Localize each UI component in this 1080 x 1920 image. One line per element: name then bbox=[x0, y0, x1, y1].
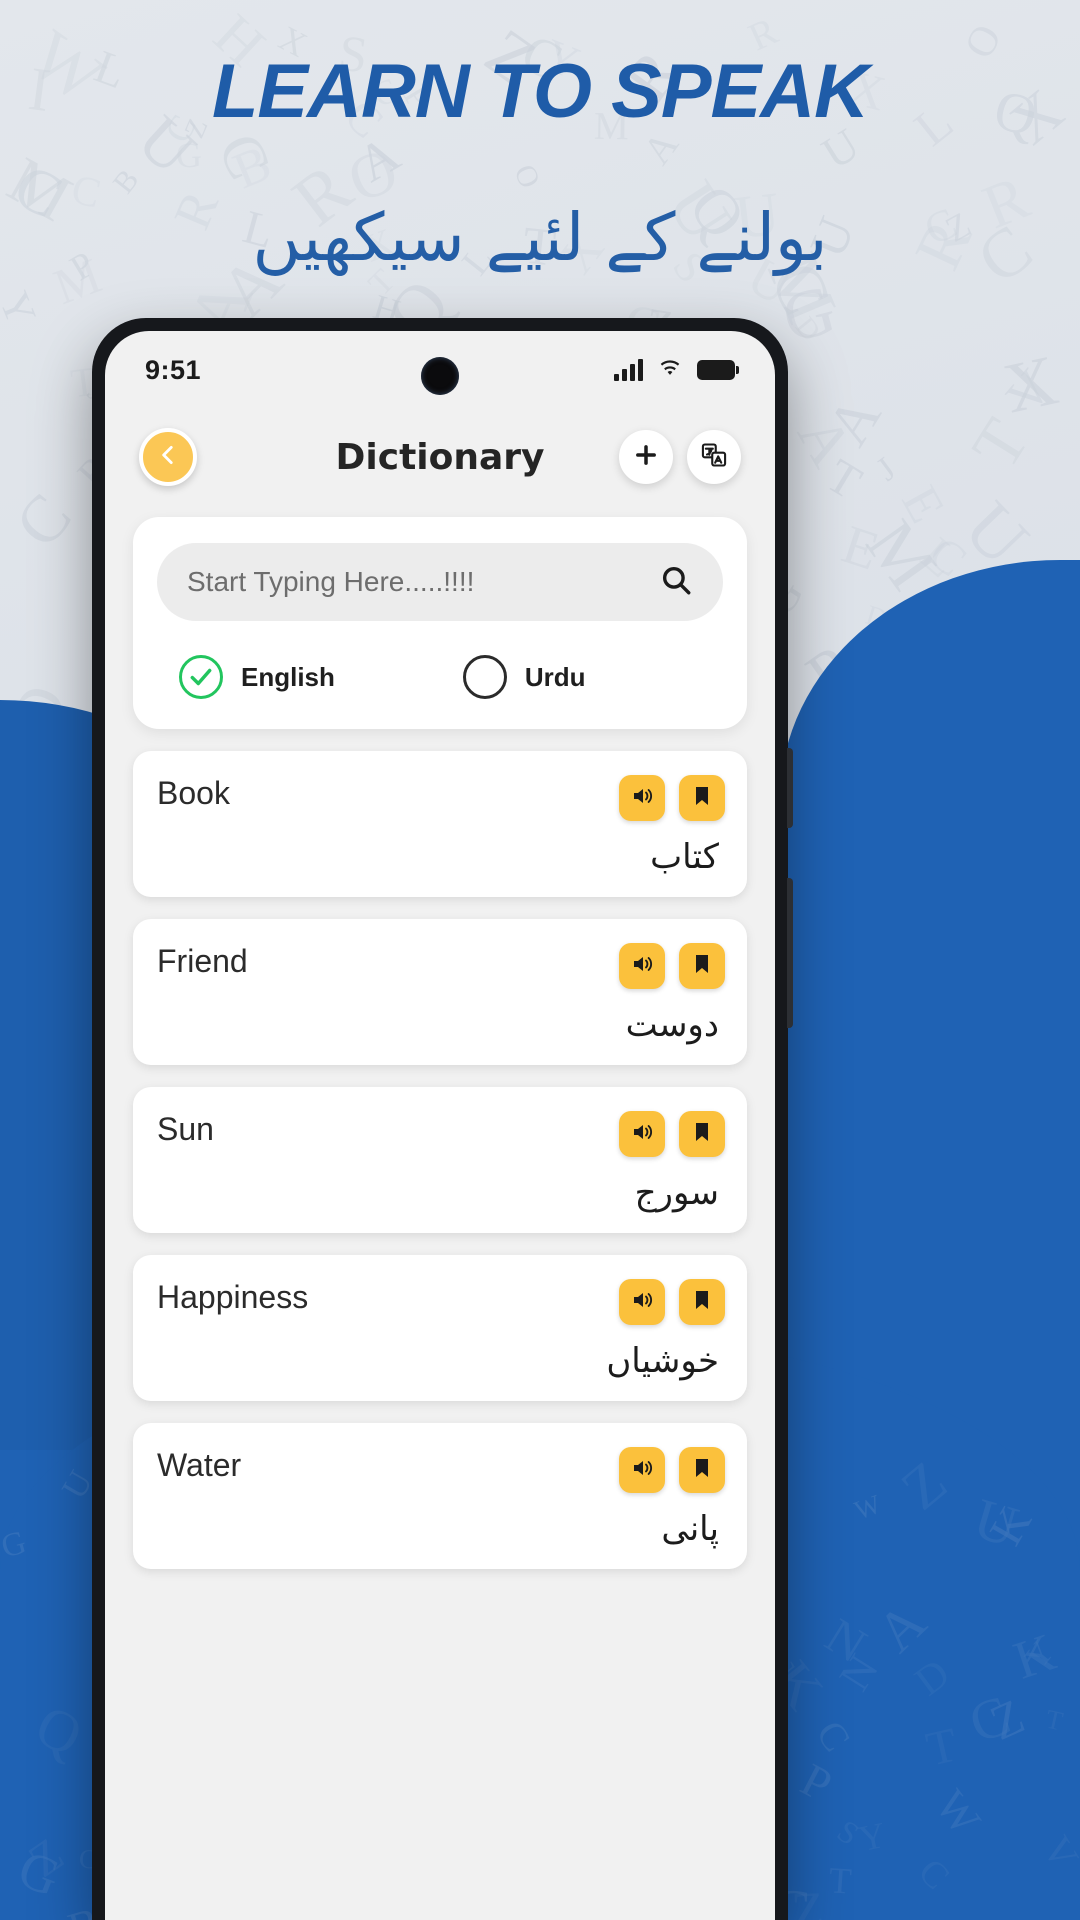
signal-bars-icon bbox=[614, 359, 643, 381]
background-doodle: W bbox=[850, 1488, 885, 1526]
status-time: 9:51 bbox=[145, 354, 202, 385]
speak-button[interactable] bbox=[619, 1279, 665, 1325]
word-actions bbox=[619, 1111, 725, 1157]
word-english: Friend bbox=[157, 943, 248, 979]
speak-button[interactable] bbox=[619, 943, 665, 989]
translate-icon bbox=[700, 441, 728, 474]
chevron-left-icon bbox=[155, 442, 181, 473]
word-card-top: Book bbox=[157, 775, 725, 821]
bookmark-icon bbox=[690, 784, 714, 813]
word-english: Book bbox=[157, 775, 230, 811]
bookmark-icon bbox=[690, 952, 714, 981]
search-icon[interactable] bbox=[659, 563, 693, 602]
word-actions bbox=[619, 1279, 725, 1325]
search-card: English Urdu bbox=[133, 517, 747, 729]
background-doodle: T bbox=[921, 1716, 962, 1777]
app-header: Dictionary bbox=[105, 409, 775, 505]
bookmark-button[interactable] bbox=[679, 775, 725, 821]
word-urdu: سورج bbox=[634, 1173, 719, 1213]
bookmark-button[interactable] bbox=[679, 1279, 725, 1325]
background-doodle: G bbox=[0, 1524, 30, 1566]
speaker-icon bbox=[630, 784, 654, 813]
circle-icon[interactable] bbox=[462, 655, 507, 699]
plus-icon bbox=[632, 441, 660, 474]
word-urdu: کتاب bbox=[650, 837, 719, 877]
bookmark-icon bbox=[690, 1288, 714, 1317]
word-urdu: دوست bbox=[625, 1005, 719, 1045]
background-letter: C bbox=[1, 480, 87, 562]
background-doodle: Q bbox=[25, 1692, 93, 1770]
word-actions bbox=[619, 943, 725, 989]
word-card-top: Sun bbox=[157, 1111, 725, 1157]
language-option-urdu-label: Urdu bbox=[524, 661, 586, 692]
background-doodle: Z bbox=[888, 1447, 959, 1522]
bookmark-button[interactable] bbox=[679, 1111, 725, 1157]
background-doodle: Y bbox=[855, 1814, 890, 1860]
word-urdu: خوشیاں bbox=[606, 1341, 719, 1381]
promo-subheadline-urdu: بولنے کے لئیے سیکھیں bbox=[252, 199, 828, 276]
word-card[interactable]: Sun سورج bbox=[133, 1087, 747, 1233]
speak-button[interactable] bbox=[619, 1111, 665, 1157]
word-card-top: Happiness bbox=[157, 1279, 725, 1325]
phone-mockup: 9:51 Dictionary Start Typing Here.....!!… bbox=[92, 318, 793, 1920]
background-doodle: T bbox=[827, 1859, 853, 1902]
add-word-button[interactable] bbox=[619, 430, 673, 484]
back-button[interactable] bbox=[139, 428, 197, 486]
background-letter: Y bbox=[0, 285, 45, 332]
search-box[interactable] bbox=[157, 543, 723, 621]
word-english: Happiness bbox=[157, 1279, 309, 1315]
word-actions bbox=[619, 1447, 725, 1493]
speaker-icon bbox=[630, 1120, 654, 1149]
status-icons bbox=[614, 357, 739, 384]
word-card-top: Water bbox=[157, 1447, 725, 1493]
bookmark-icon bbox=[690, 1120, 714, 1149]
background-doodle: W bbox=[925, 1780, 990, 1844]
speak-button[interactable] bbox=[619, 775, 665, 821]
language-toggle: English Urdu bbox=[157, 655, 723, 699]
language-option-english-label: English bbox=[241, 661, 335, 692]
background-doodle: T bbox=[1042, 1703, 1066, 1737]
status-bar: 9:51 bbox=[105, 331, 775, 409]
word-card[interactable]: Happiness خوشیاں bbox=[133, 1255, 747, 1401]
promo-text-block: LEARN TO SPEAK بولنے کے لئیے سیکھیں bbox=[0, 48, 1080, 280]
word-card-top: Friend bbox=[157, 943, 725, 989]
wifi-icon bbox=[656, 357, 684, 384]
language-option-english[interactable]: English bbox=[179, 655, 335, 699]
background-doodle: C bbox=[909, 1851, 957, 1898]
language-option-urdu[interactable]: Urdu bbox=[462, 655, 586, 699]
word-card[interactable]: Book کتاب bbox=[133, 751, 747, 897]
word-list: Book کتاب Friend دوست Sun سورج Happiness… bbox=[133, 751, 747, 1569]
bookmark-icon bbox=[690, 1456, 714, 1485]
promo-headline: LEARN TO SPEAK bbox=[211, 49, 869, 134]
translate-button[interactable] bbox=[687, 430, 741, 484]
word-english: Water bbox=[157, 1447, 242, 1483]
speaker-icon bbox=[630, 952, 654, 981]
battery-full-icon bbox=[697, 360, 739, 380]
search-input[interactable] bbox=[187, 566, 659, 598]
word-english: Sun bbox=[157, 1111, 214, 1147]
phone-screen: 9:51 Dictionary Start Typing Here.....!!… bbox=[105, 331, 775, 1920]
speak-button[interactable] bbox=[619, 1447, 665, 1493]
background-doodle: C bbox=[807, 1712, 860, 1759]
word-card[interactable]: Friend دوست bbox=[133, 919, 747, 1065]
background-letter: J bbox=[869, 450, 903, 488]
word-card[interactable]: Water پانی bbox=[133, 1423, 747, 1569]
word-actions bbox=[619, 775, 725, 821]
background-doodle: V bbox=[1033, 1827, 1080, 1877]
background-doodle: P bbox=[792, 1754, 840, 1813]
check-circle-icon[interactable] bbox=[179, 655, 223, 699]
front-camera-punch-hole bbox=[421, 357, 459, 395]
speaker-icon bbox=[630, 1288, 654, 1317]
bookmark-button[interactable] bbox=[679, 1447, 725, 1493]
word-urdu: پانی bbox=[661, 1509, 719, 1549]
bookmark-button[interactable] bbox=[679, 943, 725, 989]
speaker-icon bbox=[630, 1456, 654, 1485]
header-actions bbox=[619, 430, 741, 484]
